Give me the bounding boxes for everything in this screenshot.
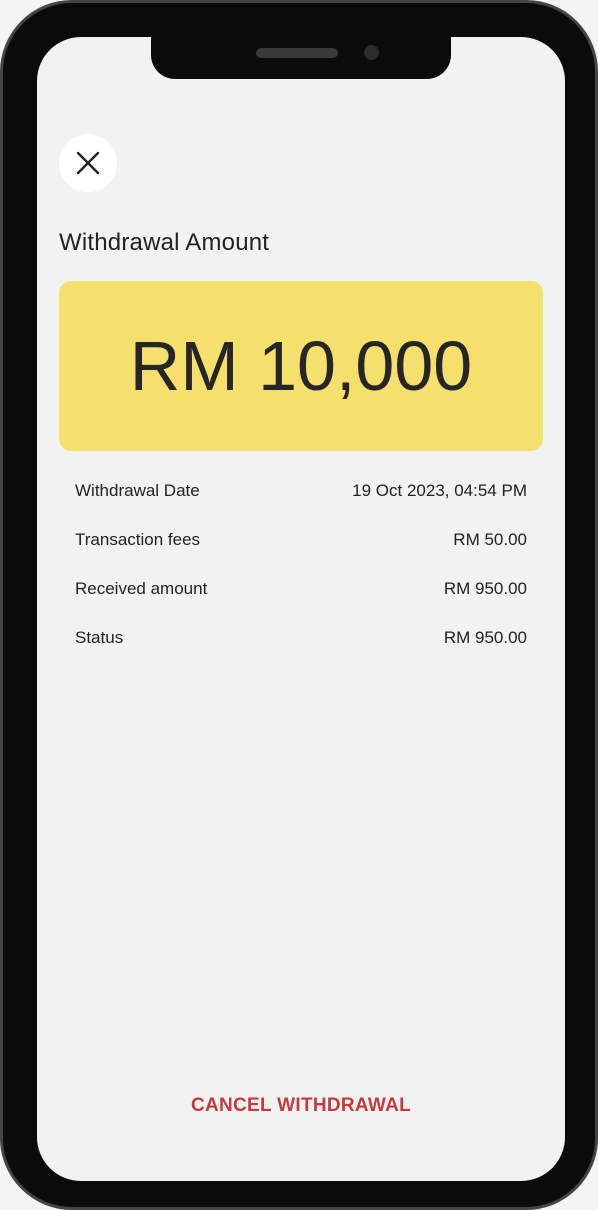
cancel-withdrawal-button[interactable]: CANCEL WITHDRAWAL	[37, 1095, 565, 1117]
app-screen: Withdrawal Amount RM 10,000 Withdrawal D…	[37, 37, 565, 1181]
withdrawal-details: Withdrawal Date 19 Oct 2023, 04:54 PM Tr…	[75, 481, 527, 677]
detail-row-status: Status RM 950.00	[75, 628, 527, 677]
detail-label: Withdrawal Date	[75, 481, 200, 500]
close-button[interactable]	[59, 134, 117, 192]
detail-label: Status	[75, 628, 124, 647]
detail-label: Received amount	[75, 579, 208, 598]
front-camera	[364, 45, 379, 60]
detail-value: 19 Oct 2023, 04:54 PM	[352, 481, 527, 500]
detail-row-received-amount: Received amount RM 950.00	[75, 579, 527, 628]
detail-value: RM 950.00	[443, 628, 527, 647]
withdrawal-amount-value: RM 10,000	[129, 327, 473, 405]
amount-card: RM 10,000	[59, 281, 543, 451]
phone-frame: Withdrawal Amount RM 10,000 Withdrawal D…	[0, 0, 598, 1210]
detail-value: RM 950.00	[443, 579, 527, 598]
detail-value: RM 50.00	[453, 530, 527, 549]
detail-row-transaction-fees: Transaction fees RM 50.00	[75, 530, 527, 579]
phone-notch	[151, 37, 451, 79]
detail-label: Transaction fees	[75, 530, 201, 549]
close-icon	[76, 151, 100, 175]
withdrawal-amount-title: Withdrawal Amount	[59, 229, 270, 256]
detail-row-withdrawal-date: Withdrawal Date 19 Oct 2023, 04:54 PM	[75, 481, 527, 530]
speaker-grille	[256, 48, 338, 58]
